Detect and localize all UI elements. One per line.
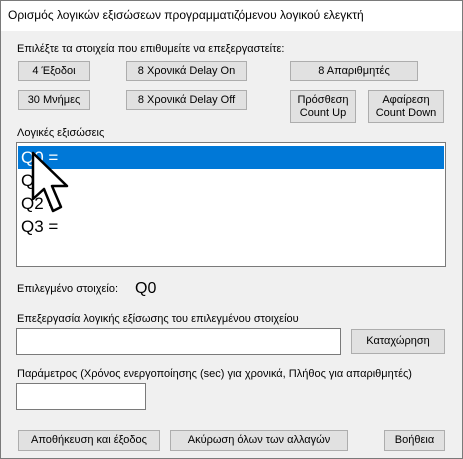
window-title: Ορισμός λογικών εξισώσεων προγραμματιζόμ… [8, 8, 364, 22]
equation-item-q3[interactable]: Q3 = [18, 215, 444, 238]
parameter-label: Παράμετρος (Χρόνος ενεργοποίησης (sec) γ… [17, 368, 412, 380]
help-button[interactable]: Βοήθεια [384, 430, 445, 451]
equation-edit-label: Επεξεργασία λογικής εξίσωσης του επιλεγμ… [17, 313, 299, 325]
outputs-button[interactable]: 4 Έξοδοι [18, 61, 90, 81]
memories-button[interactable]: 30 Μνήμες [18, 90, 90, 110]
equations-listbox[interactable]: Q0 = Q1 = Q2 = Q3 = [16, 142, 446, 267]
plc-equations-window: Ορισμός λογικών εξισώσεων προγραμματιζόμ… [0, 0, 463, 459]
equations-label: Λογικές εξισώσεις [17, 127, 105, 139]
delay-on-button[interactable]: 8 Χρονικά Delay On [126, 61, 247, 81]
selected-element-label: Επιλεγμένο στοιχείο: [17, 283, 119, 295]
selected-element-value: Q0 [135, 280, 157, 297]
parameter-input[interactable] [16, 383, 146, 410]
selection-instruction-label: Επιλέξτε τα στοιχεία που επιθυμείτε να ε… [17, 43, 285, 55]
counters-button[interactable]: 8 Απαριθμητές [290, 61, 418, 81]
equation-edit-input[interactable] [16, 328, 341, 355]
count-up-button[interactable]: Πρόσθεση Count Up [290, 90, 356, 123]
delay-off-button[interactable]: 8 Χρονικά Delay Off [126, 90, 247, 110]
submit-button[interactable]: Καταχώρηση [351, 329, 445, 354]
equation-item-q2[interactable]: Q2 = [18, 192, 444, 215]
cancel-all-button[interactable]: Ακύρωση όλων των αλλαγών [170, 430, 348, 451]
equation-item-q0[interactable]: Q0 = [18, 146, 444, 169]
count-down-button[interactable]: Αφαίρεση Count Down [368, 90, 444, 123]
save-exit-button[interactable]: Αποθήκευση και έξοδος [18, 430, 160, 451]
title-bar: Ορισμός λογικών εξισώσεων προγραμματιζόμ… [1, 1, 462, 31]
equation-item-q1[interactable]: Q1 = [18, 169, 444, 192]
